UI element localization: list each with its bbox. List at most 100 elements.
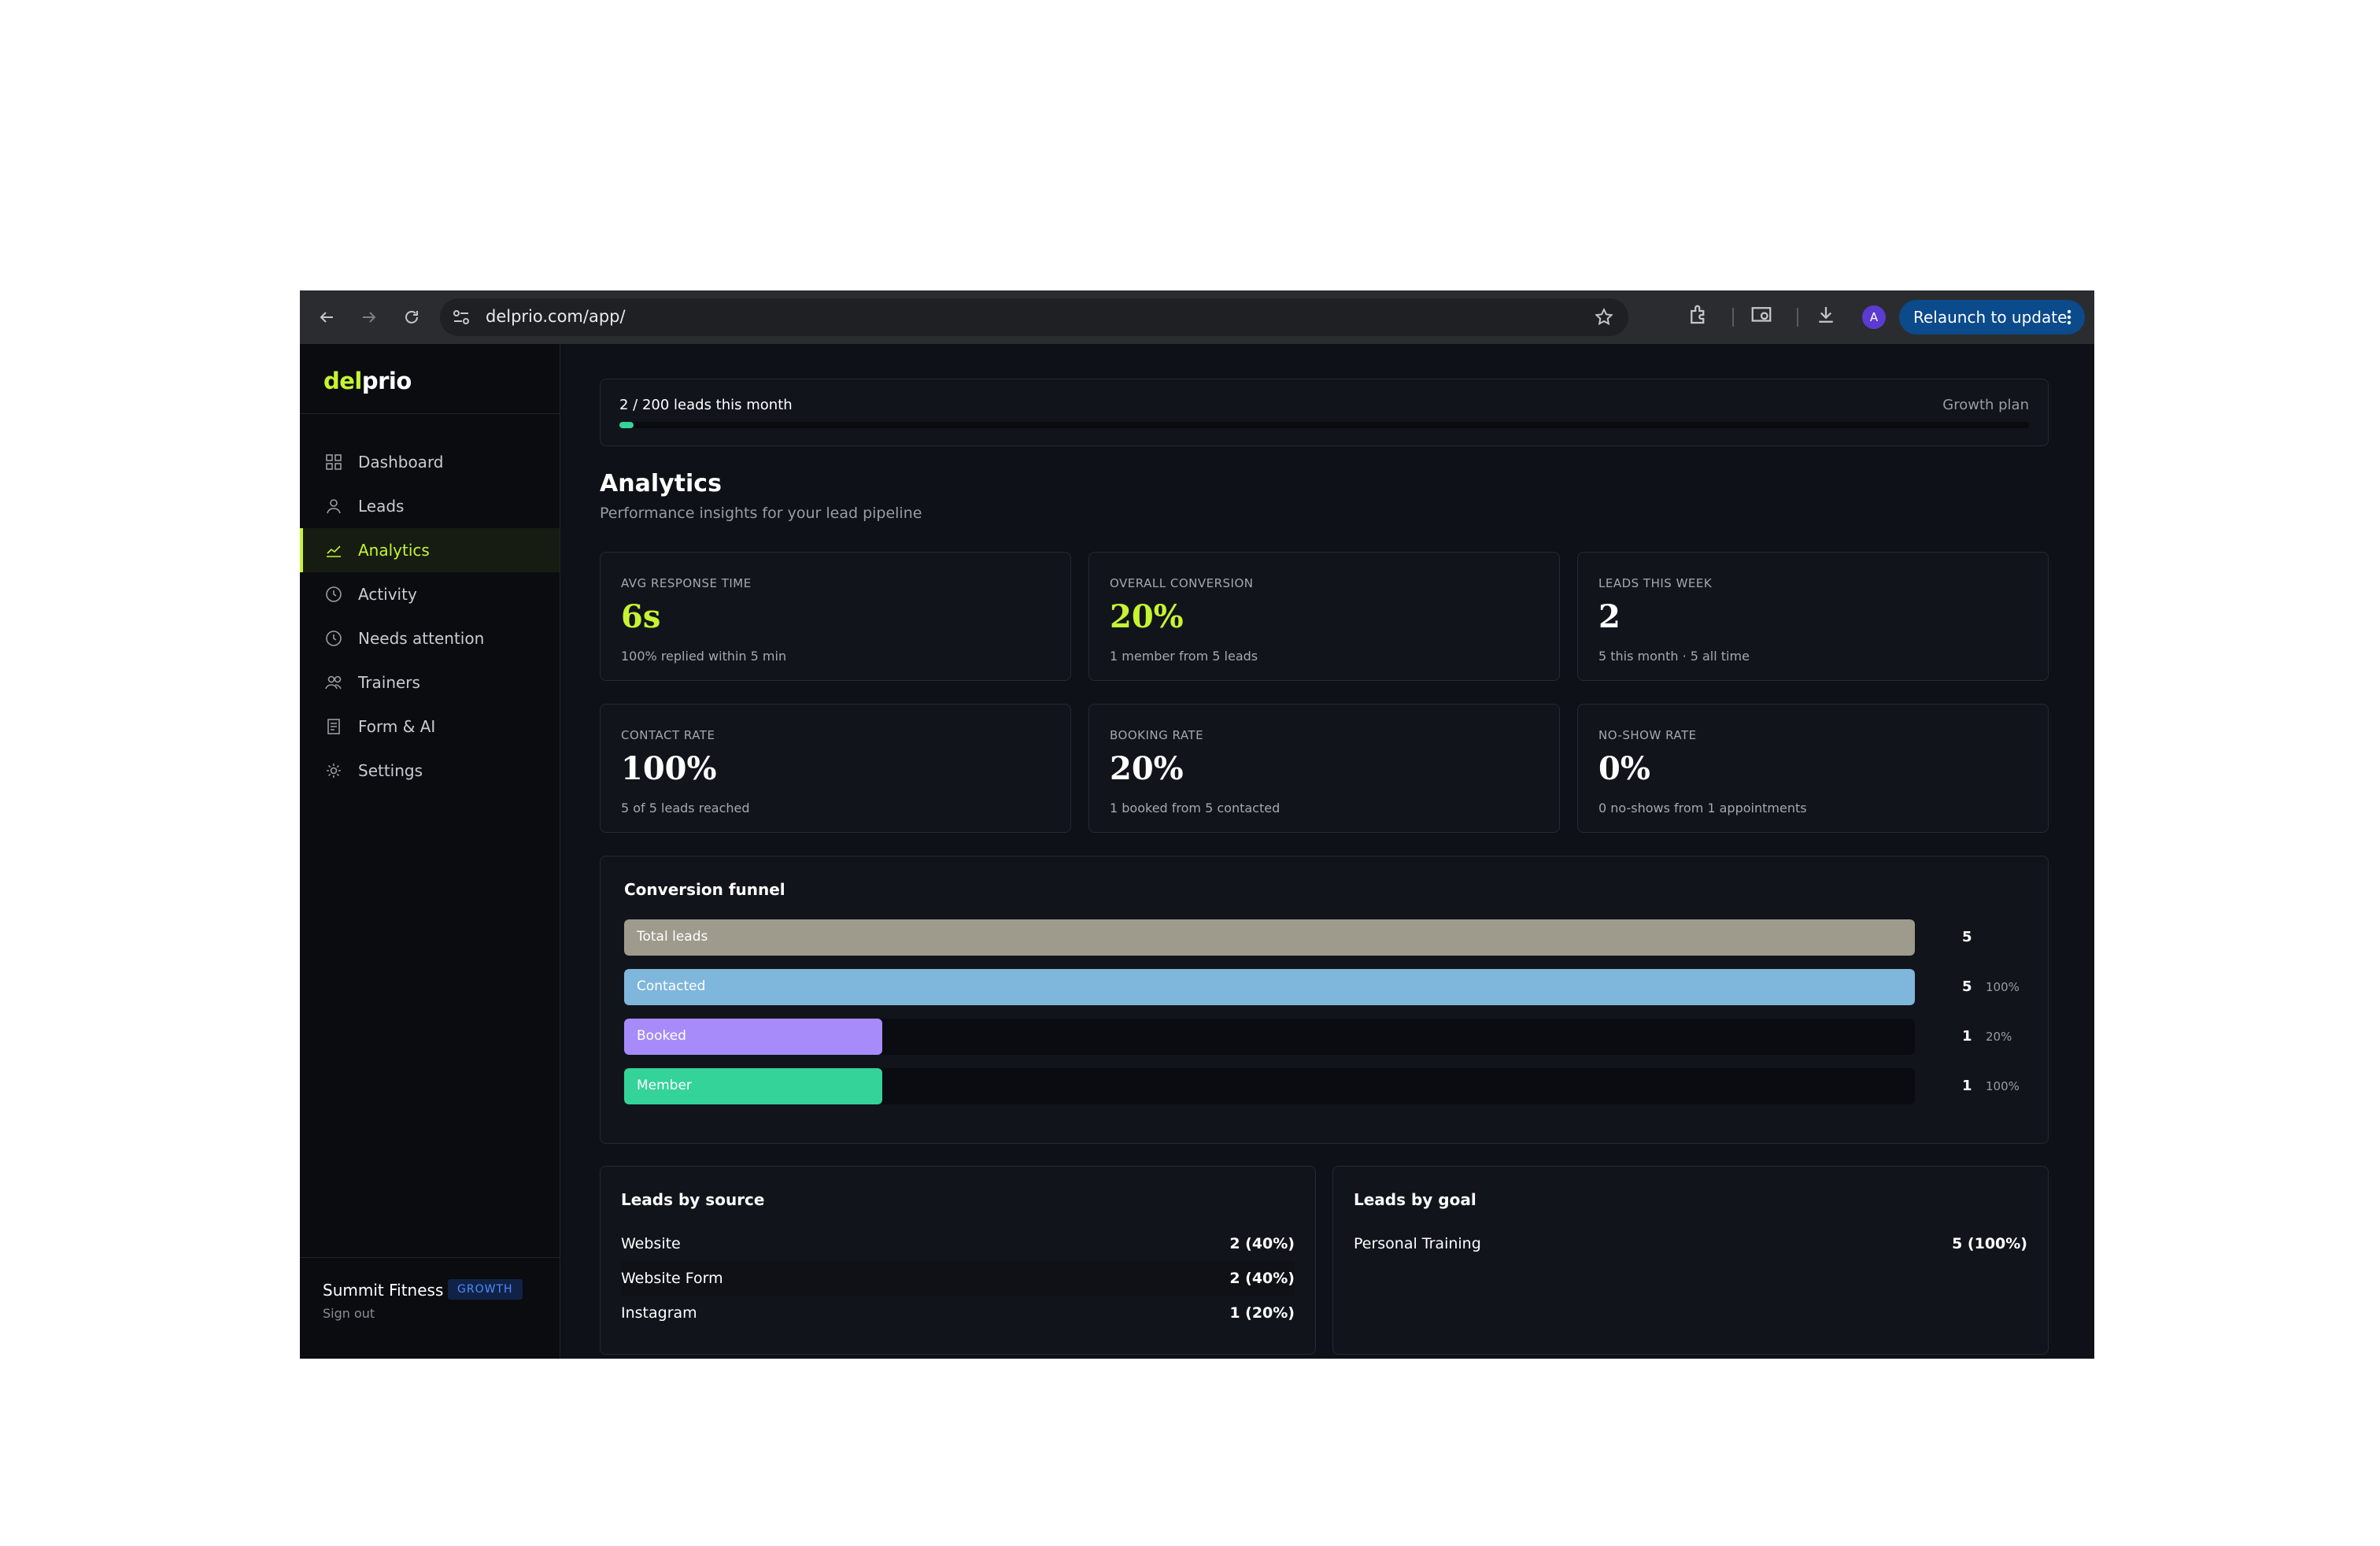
sidebar-item-label: Leads: [358, 497, 405, 516]
funnel-track: Total leads: [624, 919, 1915, 956]
source-value: 2 (40%): [1229, 1235, 1295, 1252]
user-icon: [325, 497, 344, 516]
reload-icon[interactable]: [396, 301, 427, 333]
download-icon[interactable]: [1814, 303, 1838, 330]
funnel-bar: [624, 919, 1915, 956]
stat-value: 20%: [1110, 598, 1184, 635]
stat-subtext: 100% replied within 5 min: [621, 649, 787, 664]
sidebar-item-label: Form & AI: [358, 717, 436, 736]
page-title: Analytics: [600, 470, 722, 497]
cast-icon[interactable]: [1750, 303, 1773, 330]
plan-badge: GROWTH: [448, 1279, 523, 1300]
more-vert-icon[interactable]: [2066, 308, 2072, 331]
funnel-row-total-leads: Total leads 5: [624, 919, 2067, 956]
conversion-funnel-card: Conversion funnel Total leads 5 Contacte…: [600, 856, 2049, 1144]
toolbar-separator: [1732, 308, 1734, 327]
funnel-label: Contacted: [637, 978, 706, 994]
goal-value: 5 (100%): [1952, 1235, 2027, 1252]
plan-label: Growth plan: [1942, 397, 2029, 413]
clock-icon: [325, 585, 344, 604]
sidebar-item-label: Analytics: [358, 541, 430, 560]
funnel-label: Booked: [637, 1028, 686, 1044]
sidebar-item-trainers[interactable]: Trainers: [300, 660, 560, 705]
funnel-track: Member: [624, 1068, 1915, 1104]
sidebar-item-form-ai[interactable]: Form & AI: [300, 705, 560, 749]
stat-label: OVERALL CONVERSION: [1110, 576, 1254, 590]
url-text: delprio.com/app/: [486, 307, 626, 326]
funnel-label: Total leads: [637, 929, 708, 945]
stat-card-no-show-rate: NO-SHOW RATE 0% 0 no-shows from 1 appoin…: [1577, 704, 2049, 833]
sidebar-divider: [300, 413, 560, 414]
sidebar-item-activity[interactable]: Activity: [300, 572, 560, 616]
stat-subtext: 0 no-shows from 1 appointments: [1598, 801, 1807, 816]
usage-progress-fill: [619, 422, 634, 428]
app-logo[interactable]: delprio: [323, 368, 412, 394]
sidebar-item-dashboard[interactable]: Dashboard: [300, 440, 560, 484]
address-bar[interactable]: delprio.com/app/: [440, 298, 1628, 336]
gear-icon: [325, 761, 344, 780]
leads-by-source-card: Leads by source Website 2 (40%) Website …: [600, 1166, 1316, 1355]
browser-toolbar: delprio.com/app/ A Relaunch to update: [300, 290, 2094, 344]
stat-label: NO-SHOW RATE: [1598, 728, 1697, 742]
main-content: 2 / 200 leads this month Growth plan Ana…: [560, 344, 2094, 1359]
funnel-row-contacted: Contacted 5 100%: [624, 969, 2067, 1005]
stat-card-contact-rate: CONTACT RATE 100% 5 of 5 leads reached: [600, 704, 1071, 833]
sidebar-item-label: Activity: [358, 585, 417, 604]
stat-subtext: 5 of 5 leads reached: [621, 801, 750, 816]
sidebar-item-settings[interactable]: Settings: [300, 749, 560, 793]
funnel-percent: 20%: [1986, 1030, 2012, 1044]
grid-icon: [325, 453, 344, 472]
users-icon: [325, 673, 344, 692]
section-title: Leads by source: [621, 1190, 765, 1209]
sidebar-divider: [300, 1257, 560, 1258]
stat-value: 6s: [621, 598, 661, 635]
funnel-row-member: Member 1 100%: [624, 1068, 2067, 1104]
browser-window: delprio.com/app/ A Relaunch to update de…: [300, 290, 2094, 1359]
sidebar-item-label: Trainers: [358, 673, 420, 692]
list-item: Website Form 2 (40%): [621, 1261, 1295, 1296]
funnel-count: 1: [1962, 1028, 1972, 1045]
source-value: 2 (40%): [1229, 1270, 1295, 1287]
sidebar-item-label: Settings: [358, 761, 423, 780]
back-icon[interactable]: [311, 301, 342, 333]
leads-by-goal-card: Leads by goal Personal Training 5 (100%): [1332, 1166, 2049, 1355]
usage-progress-track: [619, 422, 2029, 428]
bookmark-star-icon[interactable]: [1594, 307, 1614, 331]
funnel-bar: [624, 969, 1915, 1005]
section-title: Conversion funnel: [624, 880, 785, 899]
stat-card-overall-conversion: OVERALL CONVERSION 20% 1 member from 5 l…: [1088, 552, 1560, 681]
list-item: Website 2 (40%): [621, 1226, 1295, 1261]
document-icon: [325, 717, 344, 736]
profile-avatar[interactable]: A: [1862, 305, 1886, 329]
clock-alert-icon: [325, 629, 344, 648]
stat-value: 2: [1598, 598, 1621, 635]
stat-card-booking-rate: BOOKING RATE 20% 1 booked from 5 contact…: [1088, 704, 1560, 833]
stat-value: 20%: [1110, 750, 1184, 787]
stat-subtext: 1 member from 5 leads: [1110, 649, 1258, 664]
sidebar-item-label: Needs attention: [358, 629, 485, 648]
site-settings-icon[interactable]: [451, 308, 471, 330]
stat-label: AVG RESPONSE TIME: [621, 576, 752, 590]
source-name: Website: [621, 1235, 681, 1252]
sidebar: delprio Dashboard Leads Analytics Activi…: [300, 344, 560, 1359]
sidebar-item-needs-attention[interactable]: Needs attention: [300, 616, 560, 660]
relaunch-label: Relaunch to update: [1913, 308, 2068, 327]
forward-icon[interactable]: [353, 301, 385, 333]
list-item: Personal Training 5 (100%): [1354, 1226, 2027, 1261]
sidebar-item-analytics[interactable]: Analytics: [300, 528, 560, 572]
funnel-percent: 100%: [1986, 980, 2020, 994]
relaunch-button[interactable]: Relaunch to update: [1899, 300, 2085, 335]
funnel-label: Member: [637, 1078, 692, 1093]
goal-name: Personal Training: [1354, 1235, 1481, 1252]
stat-subtext: 1 booked from 5 contacted: [1110, 801, 1281, 816]
stat-card-avg-response: AVG RESPONSE TIME 6s 100% replied within…: [600, 552, 1071, 681]
org-name: Summit Fitness: [323, 1281, 444, 1300]
page-subtitle: Performance insights for your lead pipel…: [600, 505, 922, 522]
stat-label: BOOKING RATE: [1110, 728, 1204, 742]
funnel-count: 5: [1962, 929, 1972, 945]
stat-value: 100%: [621, 750, 717, 787]
sidebar-item-leads[interactable]: Leads: [300, 484, 560, 528]
sidebar-item-label: Dashboard: [358, 453, 444, 472]
extensions-icon[interactable]: [1687, 303, 1710, 330]
sign-out-link[interactable]: Sign out: [323, 1306, 375, 1321]
